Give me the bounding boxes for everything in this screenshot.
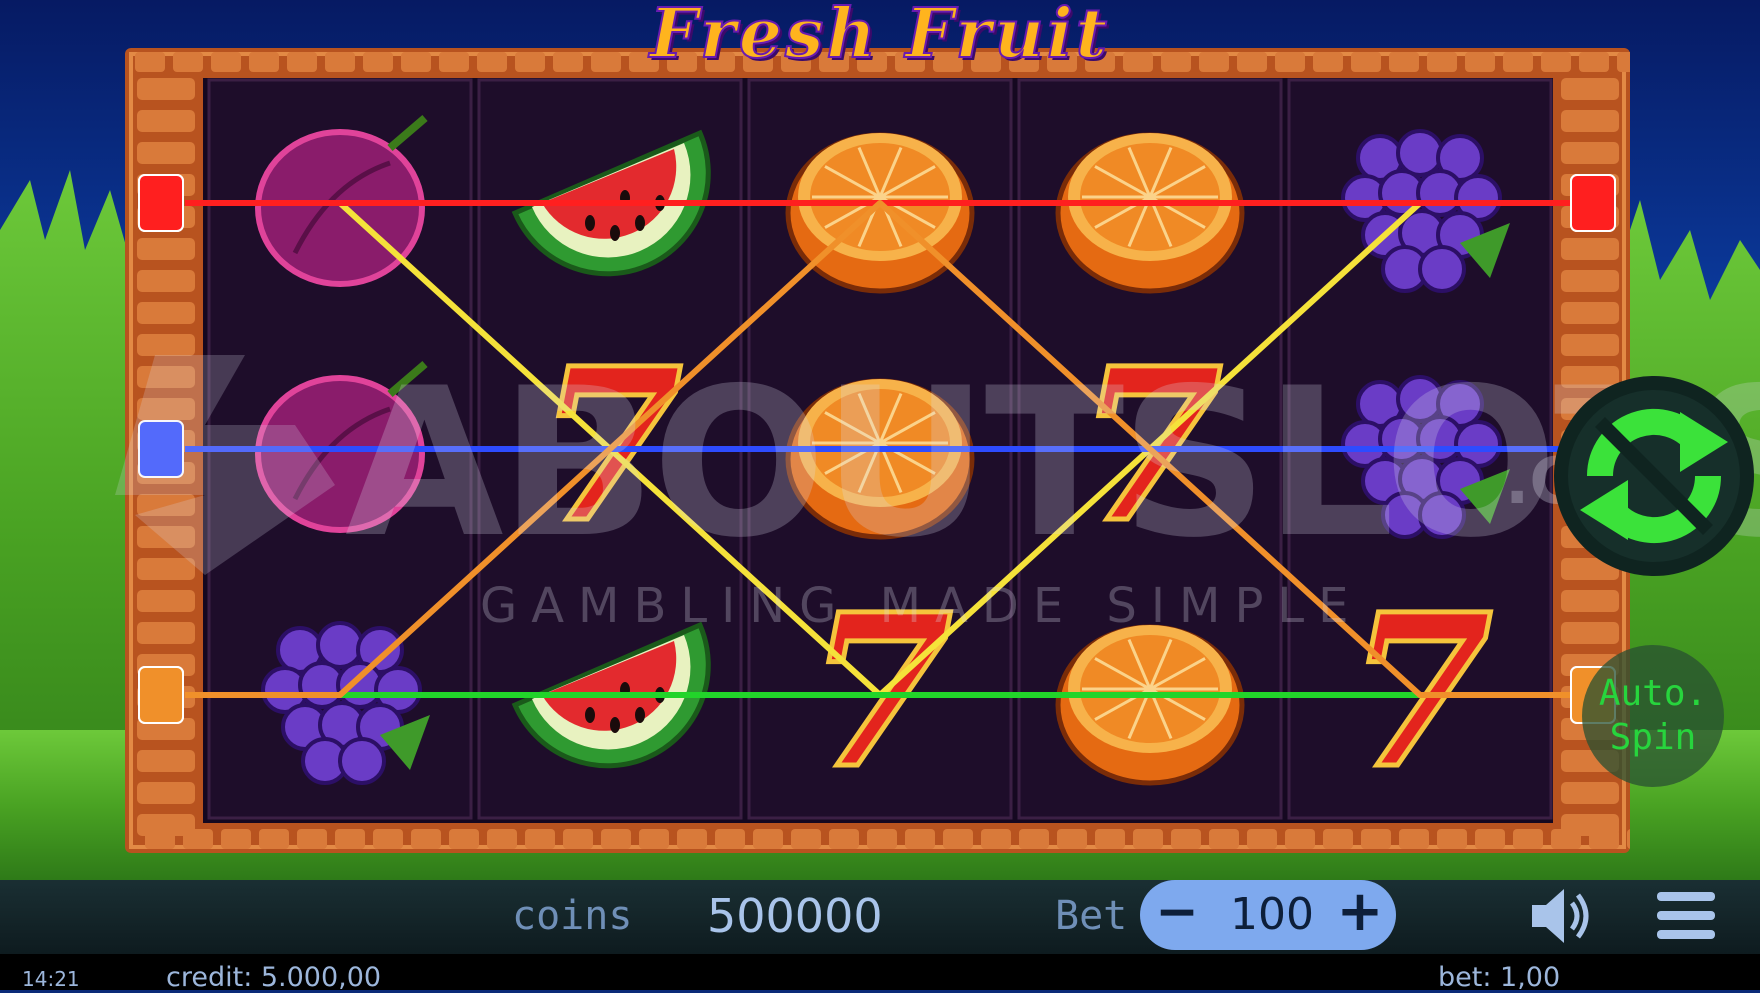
auto-spin-button[interactable]: Auto. Spin: [1582, 645, 1724, 787]
orange-symbol: [1055, 132, 1245, 294]
payline-marker-left-5: [138, 666, 184, 724]
clock: 14:21: [22, 967, 80, 991]
orange-symbol: [785, 132, 975, 294]
coins-label: coins: [512, 893, 633, 939]
payline-marker-left-2: [138, 174, 184, 232]
reel-frame: 7777: [125, 48, 1630, 853]
credit-display: credit: 5.000,00: [166, 962, 382, 993]
spin-button[interactable]: [1550, 372, 1758, 580]
reels-area: 7777: [138, 78, 1616, 820]
payline-marker-right-2: [1570, 174, 1616, 232]
orange-symbol: [1055, 624, 1245, 786]
speaker-icon: [1532, 889, 1589, 943]
bet-increase-button[interactable]: +: [1330, 882, 1390, 946]
bet-decrease-button[interactable]: −: [1147, 882, 1207, 946]
hamburger-menu-icon: [1657, 892, 1715, 939]
sound-button[interactable]: [1528, 885, 1594, 947]
bet-label: Bet: [1055, 893, 1128, 939]
auto-spin-label-2: Spin: [1609, 717, 1697, 758]
menu-button[interactable]: [1655, 886, 1717, 946]
bet-value: 100: [1230, 889, 1314, 940]
bet-display: bet: 1,00: [1438, 962, 1561, 993]
coins-value: 500000: [707, 889, 883, 943]
refresh-arrows-icon: [1554, 376, 1754, 576]
payline-marker-left-3: [138, 420, 184, 478]
orange-symbol: [785, 378, 975, 540]
auto-spin-label-1: Auto.: [1598, 673, 1708, 714]
game-title: Fresh Fruit: [649, 0, 1111, 75]
